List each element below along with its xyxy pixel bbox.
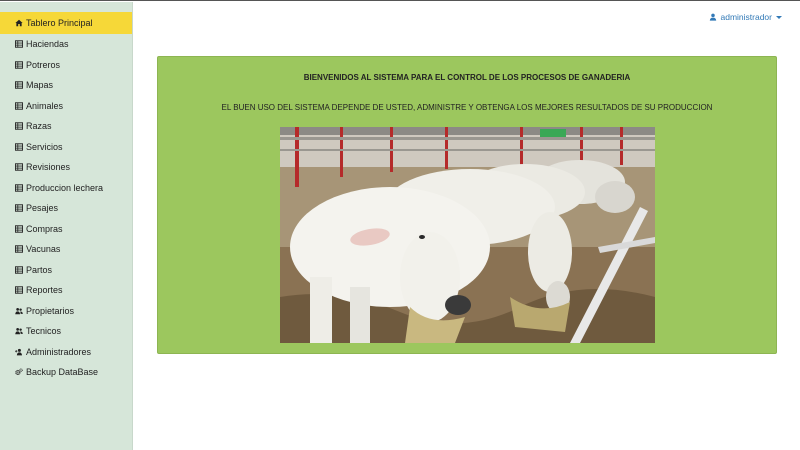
table-icon [13,81,24,90]
users-icon [13,327,24,336]
sidebar-item-label: Propietarios [26,305,75,316]
sidebar-item-label: Tecnicos [26,326,62,337]
sidebar-item-animales[interactable]: Animales [0,96,132,117]
cogs-icon [13,368,24,377]
sidebar-item-label: Animales [26,100,64,111]
sidebar-item-label: Vacunas [26,244,61,255]
table-icon [13,122,24,131]
table-icon [13,163,24,172]
user-icon [709,13,716,21]
cattle-photo [280,127,655,343]
sidebar-item-label: Razas [26,121,52,132]
table-icon [13,101,24,110]
sidebar-item-backup-database[interactable]: Backup DataBase [0,362,132,383]
sidebar-item-label: Revisiones [26,162,71,173]
sidebar-item-label: Pesajes [26,203,59,214]
sidebar-item-compras[interactable]: Compras [0,219,132,240]
sidebar-item-tecnicos[interactable]: Tecnicos [0,321,132,342]
user-name: administrador [720,12,773,22]
sidebar-item-produccion-lechera[interactable]: Produccion lechera [0,178,132,199]
table-icon [13,224,24,233]
sidebar-item-potreros[interactable]: Potreros [0,55,132,76]
sidebar-item-razas[interactable]: Razas [0,116,132,137]
sidebar-item-label: Administradores [26,346,92,357]
sidebar-item-label: Produccion lechera [26,182,104,193]
user-menu-dropdown[interactable]: administrador [709,12,782,22]
table-icon [13,40,24,49]
sidebar-item-haciendas[interactable]: Haciendas [0,34,132,55]
table-icon [13,204,24,213]
sidebar-item-mapas[interactable]: Mapas [0,75,132,96]
sidebar-item-label: Haciendas [26,39,69,50]
welcome-panel: BIENVENIDOS AL SISTEMA PARA EL CONTROL D… [157,56,777,354]
sidebar-item-pesajes[interactable]: Pesajes [0,198,132,219]
sidebar: Tablero Principal Haciendas Potreros Map… [0,2,133,450]
sidebar-item-label: Potreros [26,59,61,70]
sidebar-item-vacunas[interactable]: Vacunas [0,239,132,260]
sidebar-item-label: Reportes [26,285,63,296]
sidebar-item-label: Mapas [26,80,54,91]
top-bar: administrador [134,2,800,32]
table-icon [13,265,24,274]
table-icon [13,286,24,295]
table-icon [13,142,24,151]
users-icon [13,306,24,315]
sidebar-item-revisiones[interactable]: Revisiones [0,157,132,178]
caret-down-icon [776,15,782,19]
table-icon [13,245,24,254]
sidebar-item-label: Tablero Principal [26,18,93,28]
sidebar-item-label: Servicios [26,141,63,152]
sidebar-item-propietarios[interactable]: Propietarios [0,301,132,322]
sidebar-item-servicios[interactable]: Servicios [0,137,132,158]
sidebar-item-label: Partos [26,264,53,275]
sidebar-item-reportes[interactable]: Reportes [0,280,132,301]
home-icon [13,19,24,28]
sidebar-item-tablero-principal[interactable]: Tablero Principal [0,12,132,34]
welcome-subtitle: EL BUEN USO DEL SISTEMA DEPENDE DE USTED… [221,103,713,112]
sidebar-item-administradores[interactable]: Administradores [0,342,132,363]
sidebar-item-label: Compras [26,223,63,234]
sidebar-item-partos[interactable]: Partos [0,260,132,281]
table-icon [13,183,24,192]
welcome-title: BIENVENIDOS AL SISTEMA PARA EL CONTROL D… [303,73,631,82]
user-plus-icon [13,347,24,356]
table-icon [13,60,24,69]
sidebar-item-label: Backup DataBase [26,367,99,378]
